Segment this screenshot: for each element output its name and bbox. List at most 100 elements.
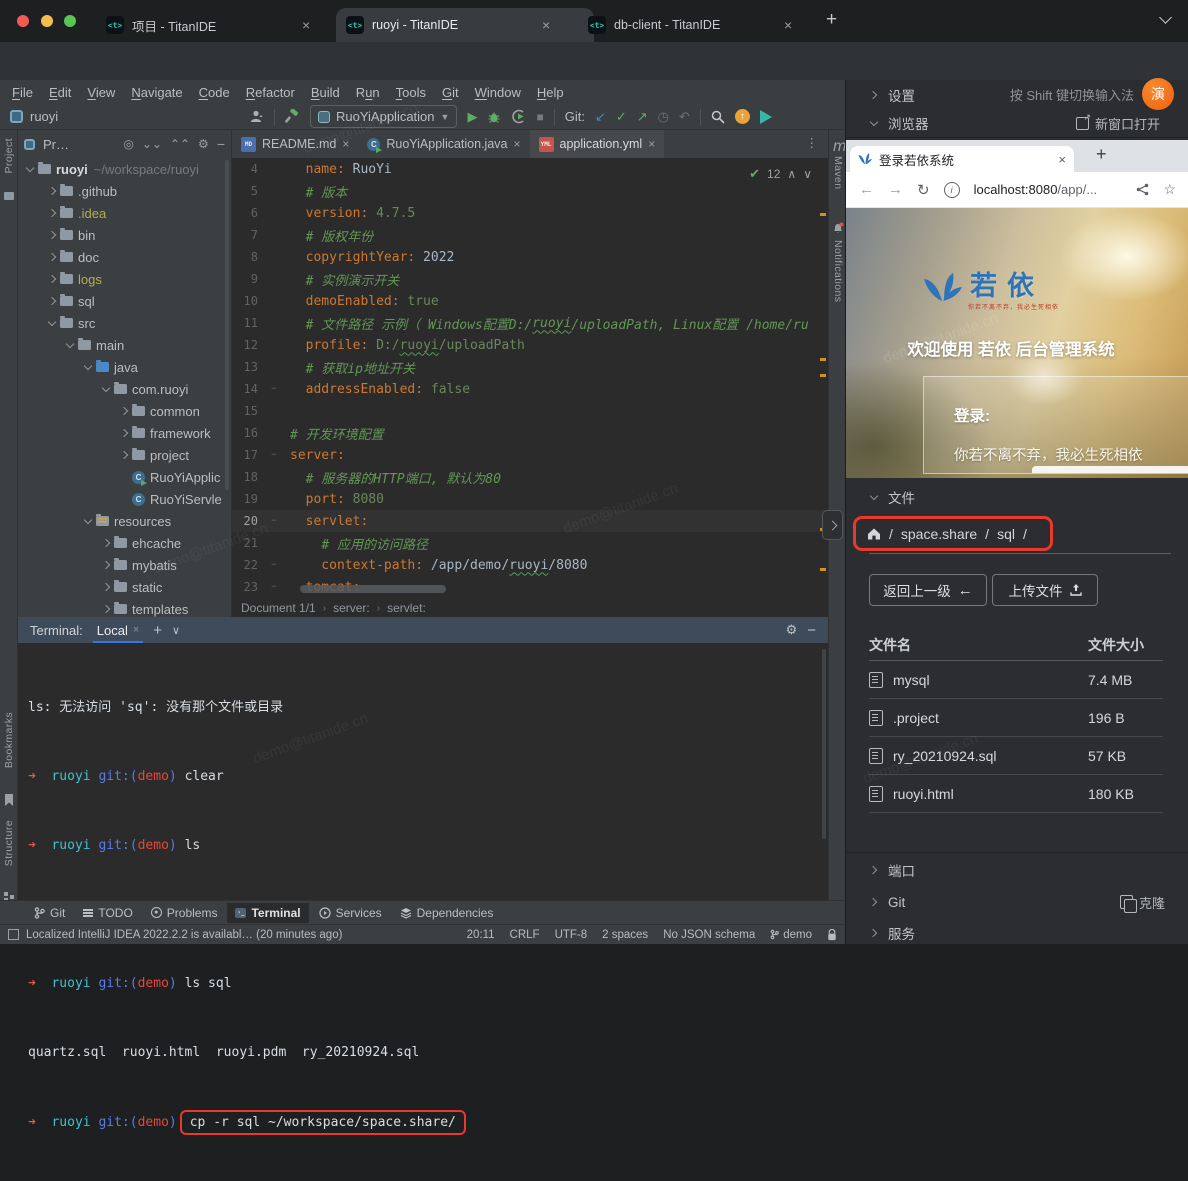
tree-item-templates[interactable]: templates [18,598,231,617]
menu-tools[interactable]: Tools [388,85,434,100]
prev-problem-icon[interactable]: ∧ [787,167,796,181]
menu-refactor[interactable]: Refactor [238,85,303,100]
login-input[interactable] [1032,466,1188,473]
warning-stripe-mark[interactable] [820,568,826,571]
warning-stripe-mark[interactable] [820,374,826,377]
file-row-ruoyi-html[interactable]: ruoyi.html180 KB [869,775,1163,813]
horizontal-scrollbar[interactable] [300,585,446,593]
menu-git[interactable]: Git [434,85,467,100]
toolwindow-terminal[interactable]: ›_Terminal [227,903,308,923]
collapse-all-icon[interactable]: ⌃⌃ [170,137,190,151]
file-row-project[interactable]: .project196 B [869,699,1163,737]
menu-file[interactable]: File [4,85,41,100]
toolwindow-todo[interactable]: TODO [75,903,140,923]
readonly-lock-icon[interactable] [827,929,837,941]
tree-item-resources[interactable]: resources [18,510,231,532]
tree-item-bin[interactable]: bin [18,224,231,246]
toolwindow-dependencies[interactable]: Dependencies [392,903,502,923]
toolwindow-problems[interactable]: ●Problems [143,903,226,923]
tree-item-idea[interactable]: .idea [18,202,231,224]
expand-all-icon[interactable]: ⌄⌄ [142,137,162,151]
git-commit-check-icon[interactable]: ✓ [616,109,627,125]
code-pane[interactable]: 4 name: RuoYi 5 # 版本 6 version: 4.7.5 7 … [232,158,828,599]
menu-code[interactable]: Code [191,85,238,100]
close-tab-icon[interactable]: × [1058,152,1066,167]
crumb-space-share[interactable]: space.share [901,526,977,542]
toolwindow-services[interactable]: Services [311,903,390,923]
tree-item-com-ruoyi[interactable]: com.ruoyi [18,378,231,400]
terminal-scrollbar[interactable] [822,649,826,839]
settings-section-header[interactable]: 设置 按 Shift 键切换输入法 演 [846,80,1188,109]
editor-breadcrumbs[interactable]: Document 1/1› server:› servlet: [232,599,828,617]
new-tab-icon[interactable]: + [1096,144,1107,165]
close-tab-icon[interactable]: × [540,17,552,33]
tree-item-ruoyiservlet[interactable]: CRuoYiServle [18,488,231,510]
tree-item-project[interactable]: project [18,444,231,466]
browser-section-header[interactable]: 浏览器 新窗口打开 [846,109,1188,138]
menu-run[interactable]: Run [348,85,388,100]
browser-tab-project[interactable]: <t> 项目 - TitanIDE × [96,8,354,42]
new-tab-button[interactable]: + [826,9,837,31]
reload-icon[interactable]: ↻ [917,181,930,199]
bookmark-star-icon[interactable]: ☆ [1163,181,1176,198]
file-row-mysql[interactable]: mysql7.4 MB [869,661,1163,699]
open-new-window-button[interactable]: 新窗口打开 [1076,114,1160,133]
indent-setting[interactable]: 2 spaces [602,929,648,941]
tree-item-github[interactable]: .github [18,180,231,202]
new-terminal-session-icon[interactable]: + [153,622,162,639]
editor-tab-application-yml[interactable]: YMLapplication.yml× [530,130,665,158]
menu-edit[interactable]: Edit [41,85,79,100]
terminal-tab-local[interactable]: Local× [93,617,144,643]
project-panel-title[interactable]: Pr… [43,137,69,152]
inspections-widget[interactable]: ✔ 12 ∧ ∨ [749,166,812,182]
file-encoding[interactable]: UTF-8 [555,929,588,941]
menu-window[interactable]: Window [467,85,529,100]
next-problem-icon[interactable]: ∨ [803,167,812,181]
user-icon[interactable] [250,110,264,123]
menu-help[interactable]: Help [529,85,572,100]
files-section-header[interactable]: 文件 [846,482,1188,512]
bookmark-icon[interactable] [4,794,14,806]
hide-terminal-icon[interactable]: − [807,622,816,639]
file-breadcrumb[interactable]: / space.share / sql / [853,516,1053,551]
tree-item-ruoyiapplication[interactable]: CRuoYiApplic [18,466,231,488]
ports-section-header[interactable]: 端口 [846,852,1188,886]
expand-panel-chevron-button[interactable] [822,510,843,540]
tree-item-ehcache[interactable]: ehcache [18,532,231,554]
browser-tab-db-client[interactable]: <t> db-client - TitanIDE × [578,8,834,42]
info-icon[interactable]: i [944,182,960,198]
git-push-icon[interactable]: ↗ [637,109,648,125]
panel-settings-gear-icon[interactable]: ⚙ [198,137,209,151]
tab-search-chevron-icon[interactable] [1159,11,1172,24]
git-update-icon[interactable]: ↙ [595,109,606,125]
demo-badge[interactable]: 演 [1142,78,1174,110]
warning-stripe-mark[interactable] [820,358,826,361]
project-scrollbar[interactable] [225,160,229,490]
embedded-browser-tab[interactable]: 登录若依系统 × [850,146,1074,172]
editor-tab-ruoyiapplication[interactable]: CRuoYiApplication.java× [358,130,529,158]
status-message[interactable]: Localized IntelliJ IDEA 2022.2.2 is avai… [26,929,342,941]
crumb-sql[interactable]: sql [997,526,1015,542]
titanide-run-logo-icon[interactable] [760,110,772,124]
maximize-window-button[interactable] [64,15,76,27]
toolwindow-git[interactable]: Git [26,903,73,923]
schema-setting[interactable]: No JSON schema [663,929,755,941]
update-available-icon[interactable]: ↑ [735,109,750,124]
line-ending[interactable]: CRLF [510,929,540,941]
tree-item-java[interactable]: java [18,356,231,378]
tree-item-static[interactable]: static [18,576,231,598]
close-tab-icon[interactable]: × [513,137,520,151]
terminal-settings-gear-icon[interactable]: ⚙ [786,622,798,638]
home-icon[interactable] [867,528,881,540]
cursor-position[interactable]: 20:11 [467,929,495,941]
project-folder-icon[interactable] [4,192,14,200]
tree-item-framework[interactable]: framework [18,422,231,444]
close-tab-icon[interactable]: × [782,17,794,33]
tree-item-common[interactable]: common [18,400,231,422]
tree-item-root[interactable]: ruoyi~/workspace/ruoyi [18,158,231,180]
minimize-window-button[interactable] [41,15,53,27]
toolwindow-notifications-tab[interactable]: Notifications [832,240,844,302]
hide-panel-icon[interactable]: − [217,136,225,152]
back-parent-button[interactable]: 返回上一级← [869,574,987,606]
tree-item-doc[interactable]: doc [18,246,231,268]
